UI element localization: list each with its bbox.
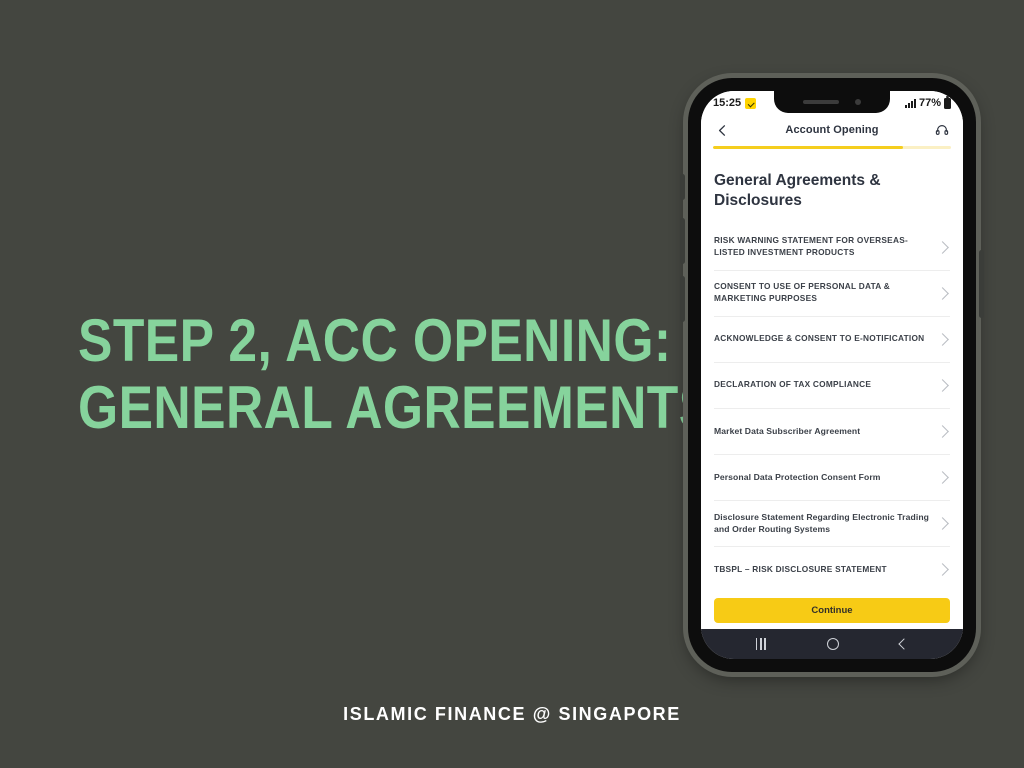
phone-screen: 15:25 77% Account Opening General Agreem…: [701, 91, 963, 659]
footer-caption: ISLAMIC FINANCE @ SINGAPORE: [343, 704, 681, 724]
back-button[interactable]: [713, 121, 731, 139]
chevron-right-icon: [936, 378, 949, 392]
list-item-label: Market Data Subscriber Agreement: [714, 426, 861, 437]
continue-button[interactable]: Continue: [714, 598, 950, 623]
chevron-right-icon: [936, 332, 949, 346]
list-item-label: DECLARATION OF TAX COMPLIANCE: [714, 379, 872, 390]
page-title-line-1: STEP 2, ACC OPENING:: [78, 307, 672, 374]
signal-bars-icon: [904, 98, 916, 108]
chevron-right-icon: [936, 563, 949, 577]
front-camera-icon: [855, 99, 861, 105]
volume-down-button[interactable]: [680, 276, 685, 322]
agreement-list: RISK WARNING STATEMENT FOR OVERSEAS-LIST…: [701, 225, 963, 598]
chevron-right-icon: [936, 516, 949, 530]
app-header-title: Account Opening: [785, 124, 879, 136]
home-icon[interactable]: [827, 638, 840, 650]
list-item-label: TBSPL – RISK DISCLOSURE STATEMENT: [714, 563, 887, 574]
chevron-right-icon: [936, 470, 949, 484]
app-header: Account Opening: [701, 115, 963, 139]
power-button[interactable]: [979, 250, 984, 318]
status-bar-clock: 15:25: [713, 97, 742, 109]
status-bar-right: 77%: [904, 95, 951, 109]
list-item[interactable]: RISK WARNING STATEMENT FOR OVERSEAS-LIST…: [714, 225, 950, 271]
page-title: STEP 2, ACC OPENING: GENERAL AGREEMENTS: [78, 307, 714, 442]
recents-icon[interactable]: [755, 638, 766, 650]
list-item-label: RISK WARNING STATEMENT FOR OVERSEAS-LIST…: [714, 235, 908, 258]
list-item[interactable]: TBSPL – RISK DISCLOSURE STATEMENT: [714, 547, 950, 593]
screen-heading: General Agreements & Disclosures: [714, 172, 881, 209]
volume-up-button[interactable]: [680, 218, 685, 264]
status-bar: 15:25 77%: [701, 91, 963, 115]
list-item[interactable]: ACKNOWLEDGE & CONSENT TO E-NOTIFICATION: [714, 317, 950, 363]
phone-mockup: 15:25 77% Account Opening General Agreem…: [680, 78, 984, 672]
status-bar-left: 15:25: [713, 97, 757, 109]
list-item-label: Personal Data Protection Consent Form: [714, 472, 881, 483]
list-item[interactable]: Personal Data Protection Consent Form: [714, 455, 950, 501]
battery-icon: [944, 95, 951, 109]
chevron-right-icon: [936, 240, 949, 254]
list-item[interactable]: DECLARATION OF TAX COMPLIANCE: [714, 363, 950, 409]
cta-container: Continue: [701, 598, 963, 629]
mute-switch-button[interactable]: [680, 174, 685, 200]
chevron-right-icon: [936, 424, 949, 438]
android-navigation-bar: [701, 629, 963, 659]
page-title-line-2: GENERAL AGREEMENTS: [78, 374, 714, 442]
list-item-label: Disclosure Statement Regarding Electroni…: [714, 511, 930, 535]
battery-percent-label: 77%: [918, 97, 941, 109]
headset-icon[interactable]: [933, 121, 951, 139]
earpiece-speaker-icon: [803, 100, 839, 104]
back-icon[interactable]: [898, 638, 911, 650]
list-item[interactable]: Market Data Subscriber Agreement: [714, 409, 950, 455]
list-item[interactable]: CONSENT TO USE OF PERSONAL DATA & MARKET…: [714, 271, 950, 317]
list-item-label: CONSENT TO USE OF PERSONAL DATA & MARKET…: [714, 281, 891, 304]
chevron-right-icon: [936, 286, 949, 300]
list-item-label: ACKNOWLEDGE & CONSENT TO E-NOTIFICATION: [714, 333, 925, 344]
check-badge-icon: [745, 97, 757, 109]
phone-notch: [774, 91, 890, 113]
list-item[interactable]: Disclosure Statement Regarding Electroni…: [714, 501, 950, 547]
